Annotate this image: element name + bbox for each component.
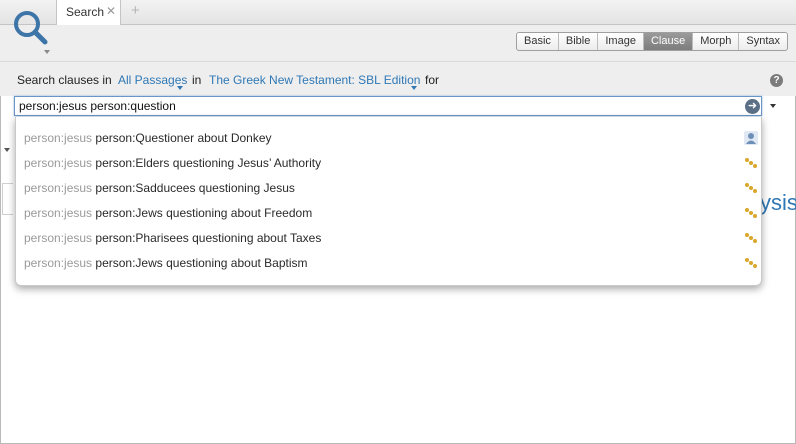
suggestion-prefix: person:jesus — [24, 206, 93, 220]
suggestion-prefix: person:jesus — [24, 156, 93, 170]
tab-label: Search — [66, 5, 105, 19]
mode-image-button[interactable]: Image — [598, 33, 644, 50]
panel-edge — [2, 183, 13, 215]
logo-dropdown-arrow-icon[interactable] — [44, 50, 50, 54]
suggestion-item[interactable]: person:jesus person:Jews questioning abo… — [24, 203, 757, 223]
mode-bible-button[interactable]: Bible — [559, 33, 599, 50]
criteria-in: in — [192, 73, 202, 87]
search-box — [14, 96, 762, 116]
search-mode-selector: Basic Bible Image Clause Morph Syntax — [516, 32, 789, 51]
suggestion-prefix: person:jesus — [24, 181, 93, 195]
group-icon — [745, 183, 757, 193]
suggestion-item[interactable]: person:jesus person:Sadducees questionin… — [24, 178, 757, 198]
criteria-for: for — [425, 73, 440, 87]
suggestion-term: person:Questioner about Donkey — [95, 131, 272, 145]
group-icon — [745, 258, 757, 268]
search-input[interactable] — [19, 99, 734, 113]
group-icon — [745, 233, 757, 243]
suggestion-term: person:Jews questioning about Freedom — [95, 206, 313, 220]
mode-clause-button[interactable]: Clause — [643, 33, 694, 50]
suggestion-item[interactable]: person:jesus person:Elders questioning J… — [24, 153, 757, 173]
suggestion-prefix: person:jesus — [24, 131, 93, 145]
suggestion-term: person:Jews questioning about Baptism — [95, 256, 308, 270]
resource-link[interactable]: The Greek New Testament: SBL Edition — [209, 73, 420, 87]
criteria-prefix: Search clauses in — [17, 73, 112, 87]
suggestion-term: person:Elders questioning Jesus’ Authori… — [95, 156, 322, 170]
suggestion-item[interactable]: person:jesus person:Questioner about Don… — [24, 128, 758, 148]
help-icon[interactable]: ? — [770, 74, 783, 87]
close-icon[interactable]: ✕ — [106, 4, 116, 18]
group-icon — [745, 158, 757, 168]
collapse-arrow-icon[interactable] — [4, 148, 10, 152]
resource-dropdown-icon[interactable] — [411, 86, 417, 90]
tab-search[interactable]: Search ✕ — [56, 0, 121, 25]
passage-range-link[interactable]: All Passages — [118, 73, 187, 87]
suggestion-item[interactable]: person:jesus person:Pharisees questionin… — [24, 228, 757, 248]
mode-morph-button[interactable]: Morph — [693, 33, 740, 50]
range-dropdown-icon[interactable] — [177, 86, 183, 90]
suggestion-item[interactable]: person:jesus person:Jews questioning abo… — [24, 253, 757, 273]
go-arrow-icon[interactable]: ➜ — [745, 99, 760, 114]
add-tab-icon[interactable]: + — [131, 3, 140, 19]
mode-syntax-button[interactable]: Syntax — [739, 33, 787, 50]
suggestion-prefix: person:jesus — [24, 256, 93, 270]
results-heading-fragment: ysis — [760, 190, 796, 215]
search-logo-icon[interactable] — [0, 0, 56, 64]
mode-basic-button[interactable]: Basic — [517, 33, 559, 50]
suggestion-term: person:Pharisees questioning about Taxes — [95, 231, 322, 245]
suggestion-term: person:Sadducees questioning Jesus — [95, 181, 295, 195]
group-icon — [745, 208, 757, 218]
suggestion-prefix: person:jesus — [24, 231, 93, 245]
suggestion-dropdown: person:jesus person:Questioner about Don… — [15, 117, 762, 286]
person-icon — [744, 131, 758, 145]
search-history-dropdown-icon[interactable] — [770, 104, 776, 108]
